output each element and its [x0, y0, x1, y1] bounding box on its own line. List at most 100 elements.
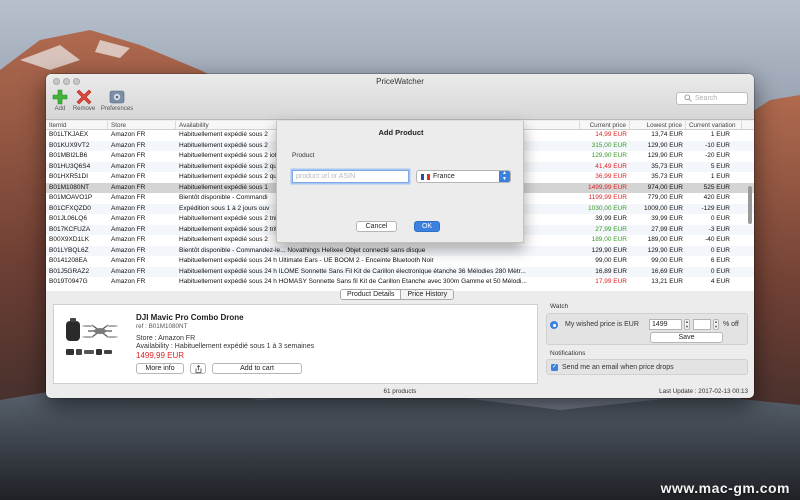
- column-header-current-price[interactable]: Current price: [580, 121, 630, 129]
- cell-current-variation: 1 EUR: [710, 131, 730, 138]
- column-header-lowest-price[interactable]: Lowest price: [630, 121, 686, 129]
- search-placeholder: Search: [695, 95, 718, 102]
- cell-current-variation: 6 EUR: [710, 257, 730, 264]
- cell-availability: Habituellement expédié sous 24 h ILOME S…: [179, 267, 526, 275]
- share-button[interactable]: [190, 363, 206, 374]
- toolbar: PriceWatcher Add Remove Preferences Sear…: [46, 74, 754, 120]
- cell-store: Amazon FR: [111, 194, 146, 201]
- cell-lowest-price: 35,73 EUR: [651, 162, 683, 170]
- cell-store: Amazon FR: [111, 225, 146, 233]
- cell-lowest-price: 27,99 EUR: [651, 225, 683, 233]
- product-label: Product: [292, 152, 315, 159]
- status-bar: 61 products Last Update : 2017-02-13 00:…: [46, 386, 754, 398]
- ok-button[interactable]: OK: [414, 221, 440, 232]
- add-to-cart-button[interactable]: Add to cart: [212, 363, 302, 374]
- cell-store: Amazon FR: [111, 215, 146, 222]
- cancel-button[interactable]: Cancel: [356, 221, 397, 232]
- cell-itemid: B017KCFUZA: [49, 225, 91, 233]
- table-row[interactable]: B0141208EA Amazon FR Habituellement expédi…: [46, 256, 754, 267]
- cell-itemid: B01JL06LQ6: [49, 215, 87, 222]
- cell-current-variation: -129 EUR: [701, 204, 730, 212]
- table-row[interactable]: B019T0947G Amazon FR Habituellement expédi…: [46, 277, 754, 288]
- table-row[interactable]: B01LYBQL6Z Amazon FR Bientôt disponible - …: [46, 245, 754, 256]
- notifications-box: ✓ Send me an email when price drops: [546, 359, 748, 375]
- cell-lowest-price: 13,74 EUR: [651, 131, 683, 138]
- add-label: Add: [54, 106, 66, 112]
- cell-current-variation: 420 EUR: [703, 194, 730, 201]
- product-count: 61 products: [383, 388, 417, 395]
- cell-itemid: B01MOAVO1P: [49, 194, 93, 201]
- add-product-dialog: Add Product Product product url or ASIN …: [276, 121, 524, 243]
- product-url-input[interactable]: product url or ASIN: [292, 170, 409, 183]
- cell-store: Amazon FR: [111, 246, 146, 254]
- cell-current-price: 36,99 EUR: [595, 173, 627, 180]
- cell-current-variation: 4 EUR: [710, 278, 730, 285]
- product-details-panel: DJI Mavic Pro Combo Drone ref : B01M1080…: [53, 304, 538, 384]
- more-info-button[interactable]: More info: [136, 363, 184, 374]
- cell-itemid: B01M1080NT: [49, 183, 90, 191]
- cell-lowest-price: 779,00 EUR: [647, 194, 683, 201]
- cell-current-price: 39,99 EUR: [595, 215, 627, 222]
- cell-lowest-price: 974,00 EUR: [647, 183, 683, 191]
- cell-itemid: B01J5GRAZ2: [49, 267, 90, 275]
- cell-current-price: 16,89 EUR: [595, 267, 627, 275]
- cell-current-variation: -3 EUR: [708, 225, 730, 233]
- cell-lowest-price: 129,90 EUR: [647, 246, 683, 254]
- percent-off-stepper[interactable]: ▲ ▼: [713, 319, 719, 330]
- wished-price-input[interactable]: 1499: [649, 319, 682, 330]
- x-icon: [66, 88, 102, 105]
- dialog-title: Add Product: [378, 128, 424, 137]
- cell-store: Amazon FR: [111, 173, 146, 180]
- remove-button[interactable]: Remove: [66, 88, 102, 112]
- cell-store: Amazon FR: [111, 267, 146, 275]
- percent-off-input[interactable]: [693, 319, 711, 330]
- product-ref: ref : B01M1080NT: [136, 323, 188, 330]
- cell-itemid: B01MBI2LB6: [49, 152, 88, 159]
- cell-store: Amazon FR: [111, 152, 146, 159]
- email-checkbox[interactable]: ✓: [551, 364, 558, 371]
- watermark: www.mac-gm.com: [660, 480, 790, 496]
- cell-itemid: B01LTKJAEX: [49, 131, 89, 138]
- watch-box: My wished price is EUR 1499 ▲ ▼ ▲ ▼ % off …: [546, 313, 748, 345]
- cell-current-variation: -40 EUR: [705, 236, 730, 243]
- column-header-current-variation[interactable]: Current variation: [686, 121, 742, 129]
- column-header-itemid[interactable]: ItemId: [46, 121, 108, 129]
- cell-store: Amazon FR: [111, 204, 146, 212]
- preferences-button[interactable]: Preferences: [99, 88, 135, 112]
- cell-current-price: 27,99 EUR: [595, 225, 627, 233]
- table-row[interactable]: B01J5GRAZ2 Amazon FR Habituellement expédi…: [46, 266, 754, 277]
- search-field[interactable]: Search: [676, 92, 748, 105]
- remove-label: Remove: [72, 106, 96, 112]
- cell-current-price: 129,90 EUR: [591, 152, 627, 159]
- cell-lowest-price: 1009,00 EUR: [643, 204, 683, 212]
- tab-price-history[interactable]: Price History: [401, 290, 454, 299]
- cell-itemid: B01KUX9VT2: [49, 141, 90, 149]
- wished-price-radio[interactable]: [550, 321, 558, 329]
- country-select[interactable]: France ▲ ▼: [416, 170, 511, 183]
- cell-current-price: 14,99 EUR: [595, 131, 627, 138]
- window-title: PriceWatcher: [376, 77, 424, 86]
- wished-price-label: My wished price is EUR: [565, 321, 639, 328]
- scrollbar-thumb[interactable]: [748, 186, 752, 224]
- cell-current-price: 41,49 EUR: [595, 162, 627, 170]
- save-button[interactable]: Save: [650, 332, 723, 343]
- tab-product-details[interactable]: Product Details: [341, 290, 402, 299]
- wished-price-stepper[interactable]: ▲ ▼: [684, 319, 690, 330]
- cell-current-price: 1499,99 EUR: [587, 183, 627, 191]
- cell-current-variation: 0 EUR: [710, 267, 730, 275]
- cell-current-variation: 1 EUR: [710, 173, 730, 180]
- preferences-icon: [99, 88, 135, 105]
- notifications-section-label: Notifications: [550, 350, 586, 357]
- table-scrollbar[interactable]: [746, 131, 754, 291]
- cell-current-variation: -10 EUR: [705, 141, 730, 149]
- last-update: Last Update : 2017-02-13 00:13: [659, 388, 748, 395]
- column-header-store[interactable]: Store: [108, 121, 176, 129]
- cell-itemid: B00X9XD1LK: [49, 236, 90, 243]
- preferences-label: Preferences: [100, 106, 134, 112]
- cell-current-variation: 5 EUR: [710, 162, 730, 170]
- cell-store: Amazon FR: [111, 183, 146, 191]
- cell-store: Amazon FR: [111, 162, 146, 170]
- cell-availability: Bientôt disponible - Commandez-le... Nov…: [179, 246, 426, 254]
- cell-current-price: 1030,00 EUR: [587, 204, 627, 212]
- cell-store: Amazon FR: [111, 257, 146, 264]
